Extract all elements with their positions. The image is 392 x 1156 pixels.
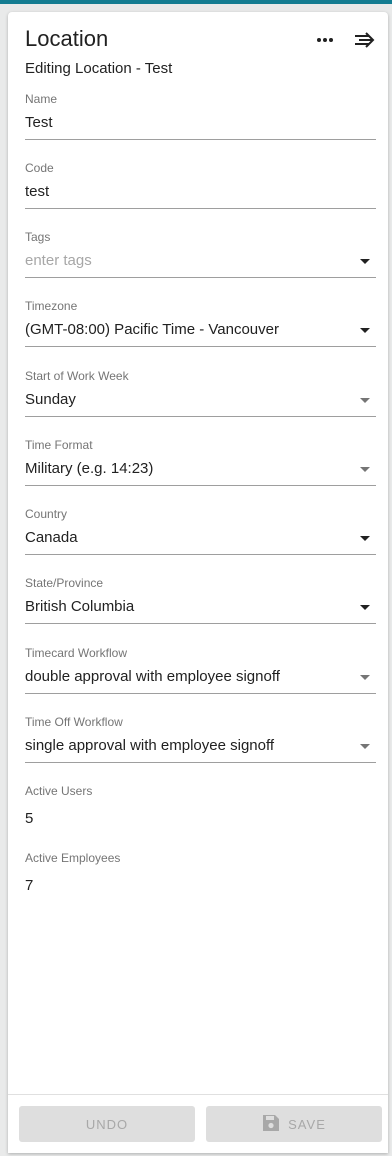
chevron-down-icon[interactable] [360, 675, 370, 680]
code-field[interactable]: Code test [25, 161, 376, 209]
timecard-workflow-select[interactable]: double approval with employee signoff [25, 666, 376, 694]
code-label: Code [25, 161, 54, 175]
tags-placeholder: enter tags [25, 252, 92, 269]
timecard-workflow-value: double approval with employee signoff [25, 668, 280, 685]
timecard-workflow-label: Timecard Workflow [25, 646, 128, 660]
tags-field[interactable]: Tags enter tags [25, 230, 376, 278]
timezone-select[interactable]: (GMT-08:00) Pacific Time - Vancouver [25, 319, 376, 347]
state-value: British Columbia [25, 598, 135, 615]
week-start-select[interactable]: Sunday [25, 389, 376, 417]
footer-divider [8, 1094, 388, 1095]
country-field[interactable]: Country Canada [25, 507, 376, 555]
timezone-label: Timezone [25, 299, 78, 313]
time-format-field[interactable]: Time Format Military (e.g. 14:23) [25, 438, 376, 486]
chevron-down-icon[interactable] [360, 467, 370, 472]
week-start-field[interactable]: Start of Work Week Sunday [25, 369, 376, 417]
floppy-disk-icon [262, 1114, 280, 1135]
time-format-value: Military (e.g. 14:23) [25, 460, 154, 477]
chevron-down-icon[interactable] [360, 536, 370, 541]
time-format-label: Time Format [25, 438, 93, 452]
code-input[interactable]: test [25, 181, 376, 209]
time-format-select[interactable]: Military (e.g. 14:23) [25, 458, 376, 486]
chevron-down-icon[interactable] [360, 259, 370, 264]
panel-header: Location Editing Location - Test [25, 26, 375, 77]
chevron-down-icon[interactable] [360, 744, 370, 749]
tags-label: Tags [25, 230, 51, 244]
active-employees-label: Active Employees [25, 851, 121, 865]
week-start-label: Start of Work Week [25, 369, 129, 383]
page-subtitle: Editing Location - Test [25, 60, 173, 77]
timecard-workflow-field[interactable]: Timecard Workflow double approval with e… [25, 646, 376, 694]
undo-button-label: UNDO [85, 1116, 129, 1132]
chevron-down-icon[interactable] [360, 605, 370, 610]
save-button-label: SAVE [288, 1116, 326, 1132]
active-employees-field: Active Employees 7 [25, 851, 376, 894]
active-users-value: 5 [25, 810, 34, 827]
timezone-field[interactable]: Timezone (GMT-08:00) Pacific Time - Vanc… [25, 299, 376, 347]
chevron-down-icon[interactable] [360, 398, 370, 403]
top-accent-bar [0, 0, 392, 4]
timeoff-workflow-select[interactable]: single approval with employee signoff [25, 735, 376, 763]
tags-input[interactable]: enter tags [25, 250, 376, 278]
country-select[interactable]: Canada [25, 527, 376, 555]
name-input[interactable]: Test [25, 112, 376, 140]
week-start-value: Sunday [25, 391, 76, 408]
location-edit-panel: Location Editing Location - Test Name Te… [8, 12, 388, 1153]
more-horizontal-icon[interactable] [313, 28, 337, 52]
name-field[interactable]: Name Test [25, 92, 376, 140]
timezone-value: (GMT-08:00) Pacific Time - Vancouver [25, 321, 279, 338]
active-users-label: Active Users [25, 784, 93, 798]
chevron-down-icon[interactable] [360, 328, 370, 333]
timeoff-workflow-label: Time Off Workflow [25, 715, 123, 729]
state-field[interactable]: State/Province British Columbia [25, 576, 376, 624]
country-value: Canada [25, 529, 78, 546]
name-label: Name [25, 92, 58, 106]
state-label: State/Province [25, 576, 104, 590]
timeoff-workflow-field[interactable]: Time Off Workflow single approval with e… [25, 715, 376, 763]
undo-button[interactable]: UNDO [19, 1106, 195, 1142]
timeoff-workflow-value: single approval with employee signoff [25, 737, 275, 754]
country-label: Country [25, 507, 68, 521]
active-employees-value: 7 [25, 877, 34, 894]
active-users-field: Active Users 5 [25, 784, 376, 827]
save-button[interactable]: SAVE [206, 1106, 382, 1142]
arrow-collapse-right-icon[interactable] [353, 28, 377, 52]
state-select[interactable]: British Columbia [25, 596, 376, 624]
